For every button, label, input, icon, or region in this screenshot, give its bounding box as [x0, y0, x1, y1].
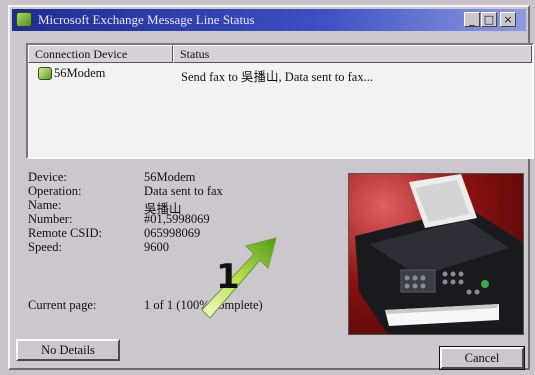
column-header-status[interactable]: Status	[173, 45, 532, 63]
fax-machine-photo	[348, 173, 524, 335]
column-header-connection-device[interactable]: Connection Device	[28, 45, 173, 63]
number-value: #01,5998069	[144, 212, 210, 226]
minimize-button[interactable]: _	[464, 12, 480, 27]
device-name: 56Modem	[54, 66, 106, 80]
number-label: Number:	[28, 212, 73, 226]
line-status-window: Microsoft Exchange Message Line Status _…	[8, 5, 534, 370]
step-callout-arrow-icon: 1	[196, 232, 286, 322]
speed-value: 9600	[144, 240, 169, 254]
current-page-label: Current page:	[28, 298, 97, 312]
no-details-button[interactable]: No Details	[16, 339, 120, 361]
device-value: 56Modem	[144, 170, 196, 184]
operation-value: Data sent to fax	[144, 184, 223, 198]
remote-csid-label: Remote CSID:	[28, 226, 102, 240]
cancel-button[interactable]: Cancel	[439, 346, 525, 370]
title-bar[interactable]: Microsoft Exchange Message Line Status _…	[12, 9, 526, 31]
speed-label: Speed:	[28, 240, 63, 254]
device-label: Device:	[28, 170, 67, 184]
device-status: Send fax to 吳播山, Data sent to fax...	[181, 70, 373, 84]
fax-app-icon	[16, 12, 32, 27]
window-title: Microsoft Exchange Message Line Status	[38, 12, 255, 27]
list-header: Connection Device Status	[28, 45, 532, 63]
connection-list[interactable]: Connection Device Status 56Modem Send fa…	[26, 43, 534, 159]
list-item[interactable]: 56Modem Send fax to 吳播山, Data sent to fa…	[28, 65, 532, 84]
close-button[interactable]: ×	[500, 12, 516, 27]
remote-csid-value: 065998069	[144, 226, 201, 240]
name-label: Name:	[28, 198, 62, 212]
step-number: 1	[216, 257, 240, 297]
modem-icon	[38, 67, 52, 80]
maximize-button[interactable]: □	[481, 12, 497, 27]
operation-label: Operation:	[28, 184, 82, 198]
